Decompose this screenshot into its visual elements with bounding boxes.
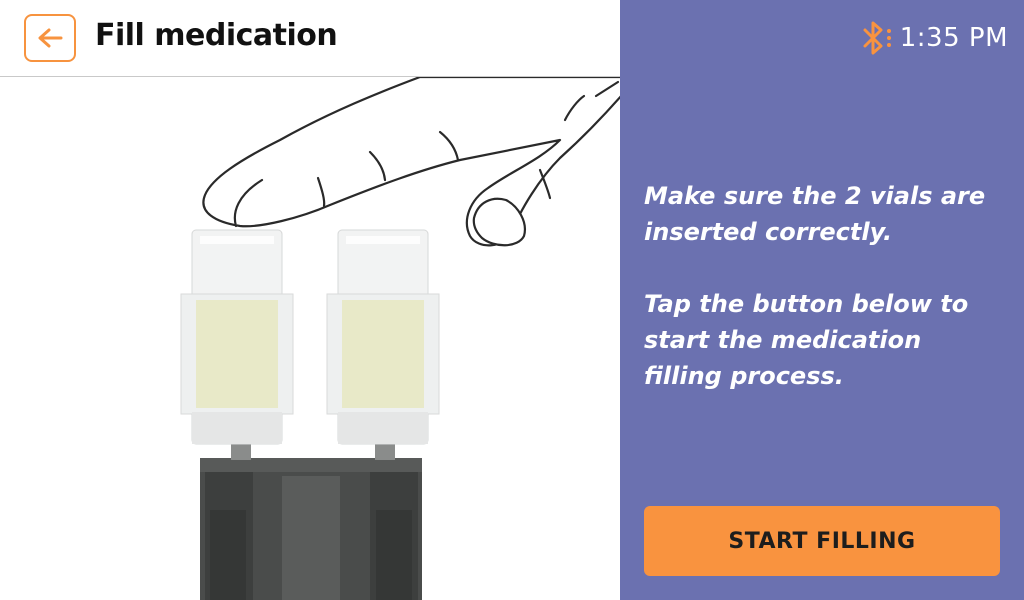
vial-left	[180, 229, 294, 460]
status-bar: 1:35 PM	[860, 20, 1008, 56]
instruction-panel: 1:35 PM Make sure the 2 vials are insert…	[620, 0, 1024, 600]
illustration-panel: Fill medication	[0, 0, 620, 600]
device-base	[200, 458, 422, 600]
instruction-text: Make sure the 2 vials are inserted corre…	[644, 178, 1004, 430]
vial-right	[326, 229, 440, 460]
hand-drawing	[202, 77, 620, 247]
header: Fill medication	[0, 0, 620, 77]
bluetooth-icon	[863, 21, 891, 55]
back-button[interactable]	[24, 14, 76, 62]
instruction-tap: Tap the button below to start the medica…	[644, 290, 969, 390]
instruction-vials: Make sure the 2 vials are inserted corre…	[644, 182, 986, 246]
start-filling-button[interactable]: START FILLING	[644, 506, 1000, 576]
vial-insertion-illustration	[180, 77, 620, 600]
page-title: Fill medication	[95, 18, 338, 53]
arrow-left-icon	[38, 28, 63, 48]
clock-time: 1:35 PM	[899, 23, 1008, 53]
